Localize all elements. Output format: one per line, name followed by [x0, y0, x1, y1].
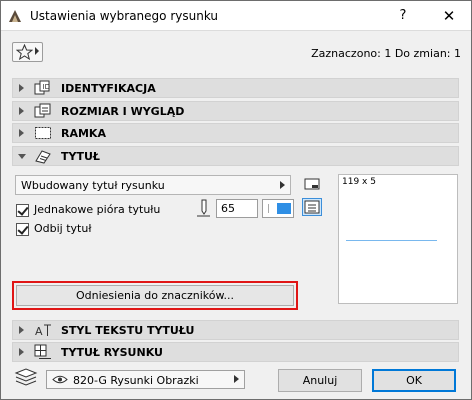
svg-text:ID: ID [43, 83, 50, 91]
cancel-button[interactable]: Anuluj [278, 369, 362, 392]
panel-label: IDENTYFIKACJA [61, 82, 156, 95]
title-bar: Ustawienia wybranego rysunku ? ✕ [1, 1, 471, 31]
star-icon [16, 44, 33, 60]
panel-size-appearance[interactable]: ROZMIAR I WYGLĄD [12, 101, 459, 121]
title-type-value: Wbudowany tytuł rysunku [21, 179, 165, 192]
title-type-dropdown[interactable]: Wbudowany tytuł rysunku [15, 175, 291, 195]
preview-title-line [346, 240, 437, 241]
pen-color-swatch [277, 203, 291, 214]
close-button[interactable]: ✕ [437, 4, 461, 28]
title-preview-icon[interactable] [303, 176, 321, 192]
eye-icon [52, 375, 68, 384]
panel-identification[interactable]: ID IDENTYFIKACJA [12, 78, 459, 98]
selection-info: Zaznaczono: 1 Do zmian: 1 [311, 47, 461, 60]
panel-frame[interactable]: RAMKA [12, 123, 459, 143]
title-icon [35, 150, 51, 164]
drawing-title-icon [34, 344, 51, 359]
flip-title-label: Odbij tytuł [34, 222, 92, 235]
dropdown-arrow-icon [280, 181, 285, 189]
expand-arrow-icon [19, 84, 24, 92]
expand-arrow-icon [19, 107, 24, 115]
dropdown-arrow-icon [35, 47, 39, 55]
ok-button[interactable]: OK [372, 369, 456, 392]
dropdown-arrow-icon [234, 375, 239, 383]
title-preview: 119 x 5 [338, 174, 458, 304]
expand-arrow-icon [19, 348, 24, 356]
window-title: Ustawienia wybranego rysunku [30, 9, 218, 23]
flip-title-checkbox[interactable] [16, 223, 29, 236]
svg-text:A: A [35, 325, 43, 338]
app-icon [9, 10, 21, 22]
expand-arrow-icon [19, 129, 24, 137]
title-text-style-icon: A [35, 324, 51, 338]
panel-label: ROZMIAR I WYGLĄD [61, 105, 185, 118]
panel-title[interactable]: TYTUŁ [12, 146, 459, 166]
size-appearance-icon [34, 103, 51, 118]
panel-title-text-style[interactable]: A STYL TEKSTU TYTUŁU [12, 320, 459, 340]
favorites-button[interactable] [12, 42, 43, 62]
expand-arrow-icon [19, 326, 24, 334]
settings-dialog: Ustawienia wybranego rysunku ? ✕ Zaznacz… [0, 0, 472, 400]
text-lines-icon [304, 200, 320, 214]
same-pens-label: Jednakowe pióra tytułu [34, 203, 161, 216]
panel-label: TYTUŁ RYSUNKU [61, 346, 163, 359]
pen-number-field[interactable]: 65 [216, 199, 258, 218]
panel-label: TYTUŁ [61, 150, 100, 163]
pen-icon [197, 199, 210, 217]
help-button[interactable]: ? [391, 4, 415, 28]
marker-references-button[interactable]: Odniesienia do znaczników... [16, 285, 294, 306]
collapse-arrow-icon [18, 154, 26, 159]
layers-icon [14, 368, 38, 386]
preview-size: 119 x 5 [342, 177, 376, 187]
pen-color-button[interactable] [262, 199, 294, 218]
title-text-view-button[interactable] [302, 198, 322, 216]
layer-dropdown[interactable]: 820-G Rysunki Obrazki [46, 370, 245, 389]
layer-value: 820-G Rysunki Obrazki [73, 374, 199, 387]
identification-icon: ID [34, 80, 50, 95]
panel-label: STYL TEKSTU TYTUŁU [61, 324, 195, 337]
panel-label: RAMKA [61, 127, 106, 140]
frame-icon [35, 127, 51, 139]
divider [268, 204, 274, 213]
panel-drawing-title[interactable]: TYTUŁ RYSUNKU [12, 342, 459, 362]
same-pens-checkbox[interactable] [16, 204, 29, 217]
